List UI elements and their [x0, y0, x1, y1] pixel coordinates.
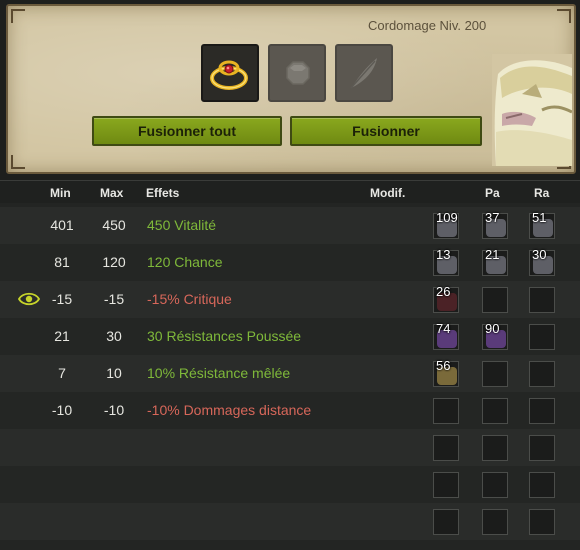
rune-count: 26: [436, 284, 451, 299]
header-pa: Pa: [485, 186, 500, 200]
header-modif: Modif.: [370, 186, 406, 200]
rune-cell-ra[interactable]: [529, 324, 555, 350]
potion-slot[interactable]: [335, 44, 393, 102]
min-value: -10: [51, 402, 73, 418]
frame-corner: [557, 9, 571, 23]
rune-count: 30: [532, 247, 547, 262]
max-value: 10: [106, 365, 122, 381]
rune-cell[interactable]: [433, 435, 459, 461]
header-ra: Ra: [534, 186, 550, 200]
effect-label: 30 Résistances Poussée: [147, 328, 302, 344]
table-row[interactable]: 401 450 450 Vitalité 109 37 51: [0, 207, 580, 244]
fuse-all-button[interactable]: Fusionner tout: [92, 116, 282, 146]
rune-placeholder-icon: [286, 61, 310, 85]
min-value: 21: [54, 328, 70, 344]
item-slot[interactable]: [201, 44, 259, 102]
rune-count: 74: [436, 321, 451, 336]
rune-cell-ra[interactable]: [529, 287, 555, 313]
max-value: 450: [102, 217, 126, 233]
rune-cell-pa[interactable]: [482, 361, 508, 387]
table-row: [0, 466, 580, 503]
rune-cell[interactable]: 26: [433, 284, 459, 313]
rune-cell-pa[interactable]: [482, 509, 508, 535]
forge-panel: Cordomage Niv. 200 Fusionner tout Fusion…: [6, 4, 576, 174]
table-row[interactable]: -10 -10 -10% Dommages distance: [0, 392, 580, 429]
rune-cell-ra[interactable]: [529, 509, 555, 535]
max-value: 120: [102, 254, 126, 270]
min-value: 81: [54, 254, 70, 270]
rune-cell[interactable]: [433, 472, 459, 498]
rune-cell[interactable]: 109: [433, 210, 459, 239]
header-effects: Effets: [146, 186, 180, 200]
rune-cell-ra[interactable]: [529, 472, 555, 498]
rune-cell[interactable]: [433, 509, 459, 535]
rune-cell[interactable]: 74: [433, 321, 459, 350]
table-row[interactable]: 7 10 10% Résistance mêlée 56: [0, 355, 580, 392]
min-value: 401: [50, 217, 74, 233]
max-value: -10: [103, 402, 125, 418]
table-header: Min Max Effets Modif. Pa Ra: [0, 181, 580, 203]
rune-cell-pa[interactable]: 37: [482, 210, 508, 239]
frame-corner: [11, 9, 25, 23]
rune-cell-pa[interactable]: 21: [482, 247, 508, 276]
table-row: [0, 429, 580, 466]
rune-cell-pa[interactable]: [482, 398, 508, 424]
rune-count: 51: [532, 210, 547, 225]
effect-label: 120 Chance: [147, 254, 223, 270]
max-value: 30: [106, 328, 122, 344]
rune-cell[interactable]: [433, 398, 459, 424]
rune-count: 56: [436, 358, 451, 373]
rune-cell-ra[interactable]: [529, 398, 555, 424]
feather-icon: [350, 58, 377, 89]
rune-count: 13: [436, 247, 451, 262]
rune-cell[interactable]: 13: [433, 247, 459, 276]
rune-cell-ra[interactable]: [529, 435, 555, 461]
min-value: 7: [58, 365, 66, 381]
rune-cell-pa[interactable]: [482, 435, 508, 461]
effect-label: 10% Résistance mêlée: [147, 365, 291, 381]
fuse-button[interactable]: Fusionner: [290, 116, 482, 146]
rune-cell-ra[interactable]: [529, 361, 555, 387]
effect-label: -10% Dommages distance: [147, 402, 312, 418]
eye-icon[interactable]: [18, 291, 40, 307]
table-row: [0, 503, 580, 540]
rune-cell-pa[interactable]: 90: [482, 321, 508, 350]
effect-label: -15% Critique: [147, 291, 232, 307]
effects-table: Min Max Effets Modif. Pa Ra 401 450 450 …: [0, 180, 580, 550]
rune-slot[interactable]: [268, 44, 326, 102]
rune-count: 37: [485, 210, 500, 225]
max-value: -15: [103, 291, 125, 307]
table-row[interactable]: -15 -15 -15% Critique 26: [0, 281, 580, 318]
rune-cell[interactable]: 56: [433, 358, 459, 387]
npc-portrait: [492, 54, 572, 166]
effect-label: 450 Vitalité: [147, 217, 217, 233]
table-row[interactable]: 21 30 30 Résistances Poussée 74 90: [0, 318, 580, 355]
min-value: -15: [51, 291, 73, 307]
rune-cell-ra[interactable]: 30: [529, 247, 555, 276]
header-max: Max: [100, 186, 124, 200]
rune-count: 90: [485, 321, 500, 336]
rune-cell-pa[interactable]: [482, 287, 508, 313]
rune-cell-pa[interactable]: [482, 472, 508, 498]
table-row[interactable]: 81 120 120 Chance 13 21 30: [0, 244, 580, 281]
rune-count: 109: [436, 210, 458, 225]
frame-corner: [11, 155, 25, 169]
job-level-label: Cordomage Niv. 200: [368, 18, 487, 33]
rune-count: 21: [485, 247, 500, 262]
ring-icon: [210, 60, 248, 90]
header-min: Min: [50, 186, 71, 200]
rune-cell-ra[interactable]: 51: [529, 210, 555, 239]
